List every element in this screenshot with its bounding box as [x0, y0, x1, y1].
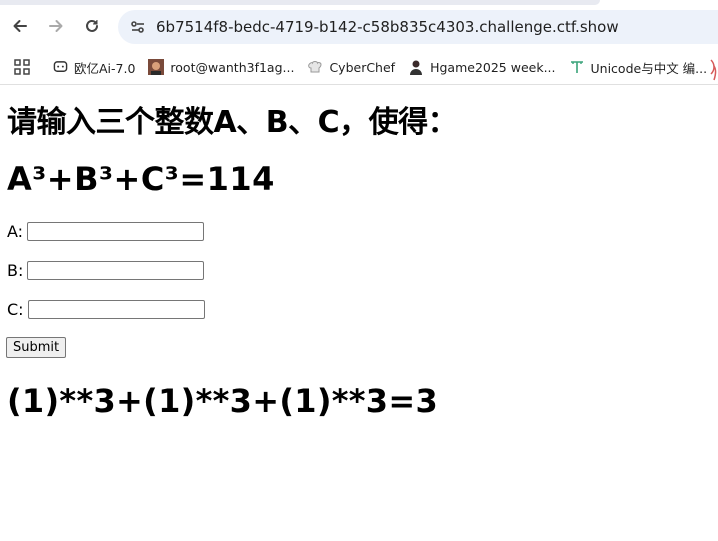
- address-bar[interactable]: 6b7514f8-bedc-4719-b142-c58b835c4303.cha…: [118, 10, 718, 44]
- avatar-photo-icon: [148, 59, 165, 75]
- bookmark-item[interactable]: root@wanth3f1ag...: [148, 59, 294, 75]
- field-a-input[interactable]: [27, 222, 205, 241]
- bookmark-label: Hgame2025 week...: [430, 59, 556, 75]
- browser-toolbar: 6b7514f8-bedc-4719-b142-c58b835c4303.cha…: [0, 0, 718, 50]
- submit-button[interactable]: Submit: [6, 337, 67, 358]
- back-button[interactable]: [8, 14, 32, 38]
- apps-grid-icon[interactable]: [14, 57, 30, 77]
- bookmark-label: root@wanth3f1ag...: [170, 59, 295, 75]
- bookmarks-bar: 欧亿Ai-7.0 root@wanth3f1ag... CyberChef Hg…: [0, 50, 718, 85]
- arrow-left-icon: [13, 20, 27, 32]
- forward-button[interactable]: [44, 14, 68, 38]
- bookmark-item[interactable]: CyberChef: [307, 59, 395, 75]
- bookmark-label: CyberChef: [329, 59, 396, 75]
- field-c-row: C:: [7, 300, 205, 319]
- font-t-icon: [569, 59, 585, 75]
- reload-icon: [86, 19, 98, 32]
- avatar-person-icon: [408, 59, 424, 75]
- equation-heading: A³+B³+C³=114: [7, 160, 275, 198]
- field-a-row: A:: [7, 222, 205, 241]
- chef-hat-icon: [307, 59, 323, 75]
- result-heading: (1)**3+(1)**3+(1)**3=3: [7, 382, 439, 420]
- field-b-input[interactable]: [27, 261, 205, 280]
- page-content: 请输入三个整数A、B、C，使得： A³+B³+C³=114 A: B: C: S…: [0, 85, 718, 541]
- tabstrip: [0, 0, 600, 5]
- bookmark-overflow-icon[interactable]: [708, 58, 718, 84]
- field-b-row: B:: [7, 261, 205, 280]
- reload-button[interactable]: [80, 14, 104, 38]
- bookmark-item[interactable]: Hgame2025 week...: [408, 59, 556, 75]
- field-a-label: A:: [7, 222, 24, 241]
- chat-bubble-icon: [52, 59, 68, 75]
- field-b-label: B:: [7, 261, 24, 280]
- bookmark-item[interactable]: 欧亿Ai-7.0: [52, 58, 135, 77]
- site-info-icon[interactable]: [128, 17, 148, 37]
- page-title: 请输入三个整数A、B、C，使得：: [7, 105, 458, 140]
- bookmark-item[interactable]: Unicode与中文 编...: [569, 58, 708, 77]
- bookmark-label: 欧亿Ai-7.0: [74, 60, 136, 76]
- url-text[interactable]: 6b7514f8-bedc-4719-b142-c58b835c4303.cha…: [156, 18, 619, 36]
- field-c-label: C:: [7, 300, 24, 319]
- arrow-right-icon: [49, 20, 63, 32]
- field-c-input[interactable]: [27, 300, 205, 319]
- bookmark-label: Unicode与中文 编...: [590, 60, 708, 76]
